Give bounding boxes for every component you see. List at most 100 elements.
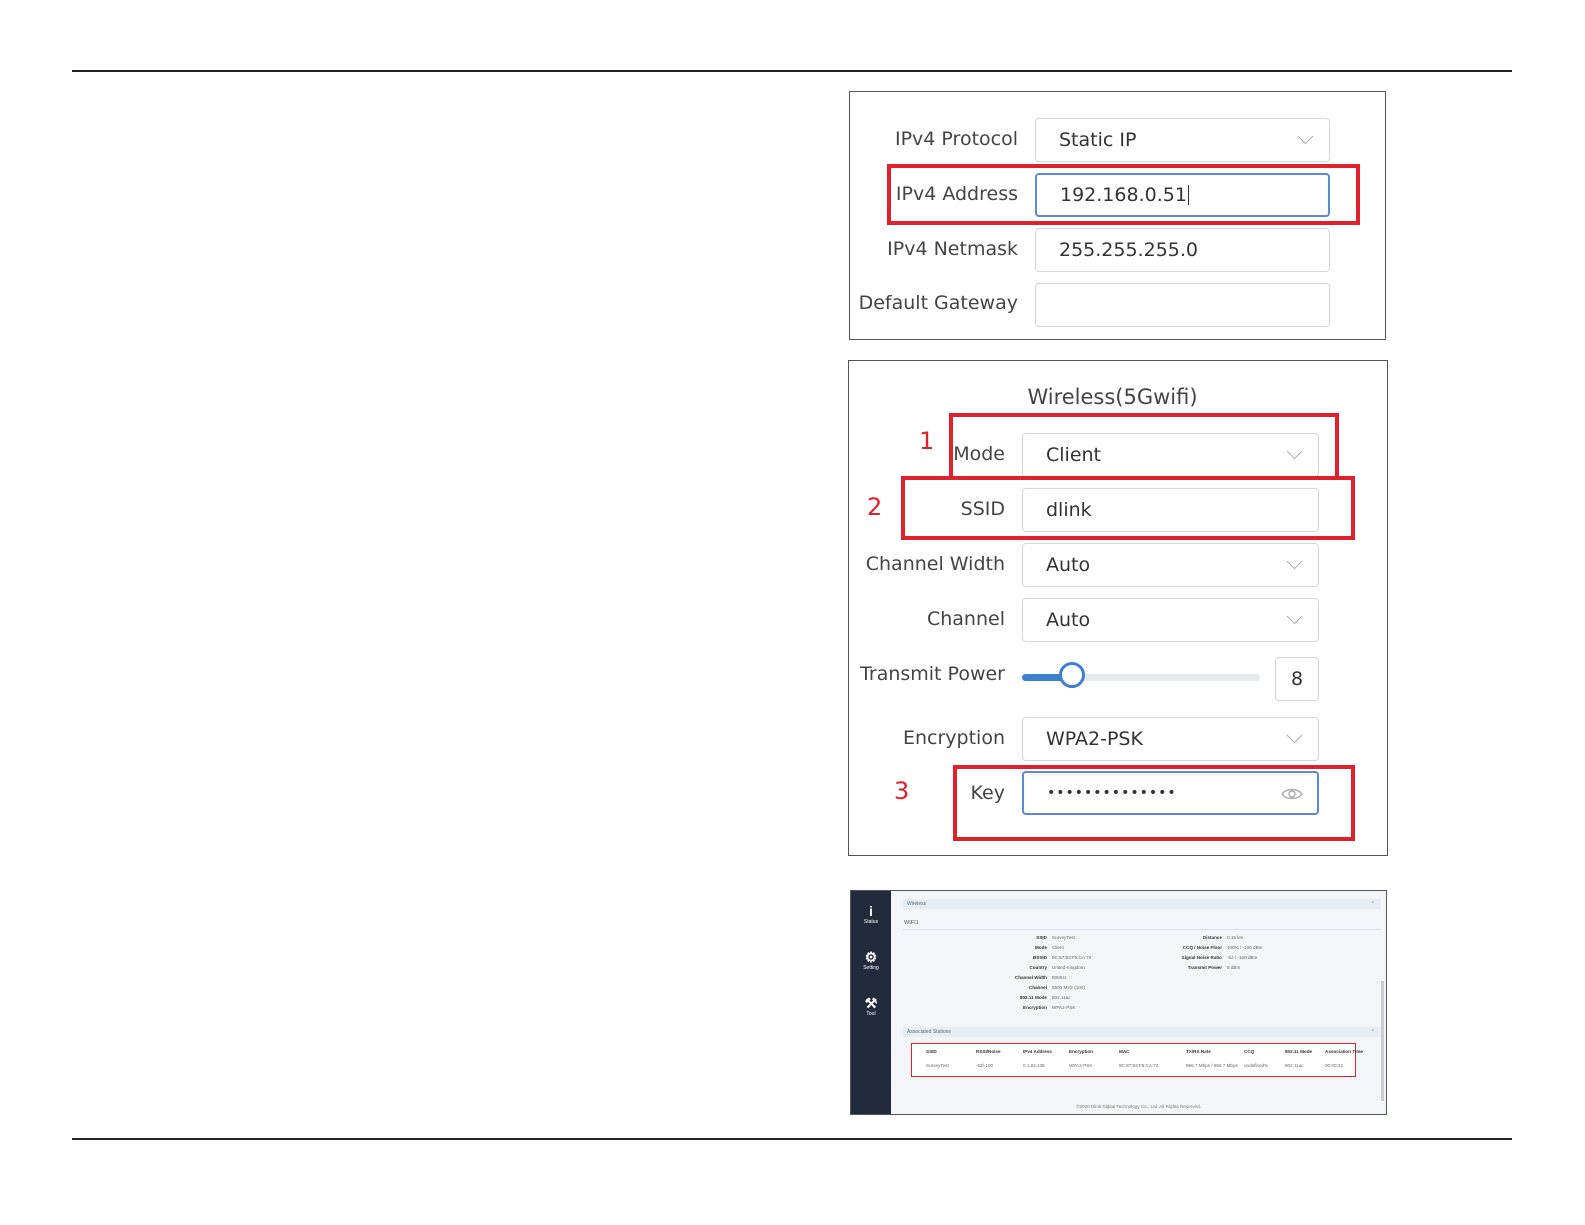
- chevron-down-icon: [1286, 727, 1303, 744]
- nav-status[interactable]: i Status: [851, 903, 891, 926]
- status-field-row: Country United Kingdom: [967, 965, 1085, 971]
- ipv4-protocol-value: Static IP: [1059, 129, 1137, 151]
- chevron-down-icon: [1286, 553, 1303, 570]
- status-field-row: 802.11 Mode 802.11ac: [967, 995, 1071, 1001]
- table-header-cell: Encryption: [1069, 1049, 1093, 1054]
- ipv4-protocol-label: IPv4 Protocol: [895, 128, 1018, 150]
- status-field-key: BSSID: [1032, 955, 1047, 960]
- tools-icon: ⚒: [864, 995, 878, 1011]
- status-sidebar: i Status ⚙ Setting ⚒ Tool: [851, 891, 891, 1114]
- wifi-divider: [903, 929, 1381, 930]
- table-header-cell: IPv4 Address: [1023, 1049, 1052, 1054]
- table-header-cell: MAC: [1119, 1049, 1130, 1054]
- table-row-cell: WPA2-PSK: [1069, 1063, 1093, 1068]
- table-header-cell: Association Time: [1325, 1049, 1363, 1054]
- channel-select[interactable]: Auto: [1022, 598, 1319, 642]
- chevron-down-icon: [1297, 128, 1314, 145]
- status-field-value: 5500 MHz (100): [1052, 985, 1085, 990]
- channel-value: Auto: [1046, 609, 1091, 631]
- nav-tool-label: Tool: [866, 1011, 876, 1017]
- ipv4-settings-panel: IPv4 Protocol Static IP IPv4 Address 192…: [849, 91, 1386, 340]
- channel-width-select[interactable]: Auto: [1022, 543, 1319, 587]
- table-header-cell: RSSI/Noise: [976, 1049, 1001, 1054]
- table-row-cell: 866.7 Mbps / 866.7 Mbps: [1186, 1063, 1238, 1068]
- table-row-cell: SurveyTest: [926, 1063, 949, 1068]
- chevron-up-icon: ⌃: [1370, 901, 1375, 907]
- status-field-key: Distance: [1202, 935, 1222, 940]
- status-field-key: Channel Width: [1014, 975, 1047, 980]
- status-field-value: United Kingdom: [1052, 965, 1085, 970]
- status-field-key: Encryption: [1023, 1005, 1047, 1010]
- status-field-value: SurveyTest: [1052, 935, 1075, 940]
- wireless-title: Wireless(5Gwifi): [1027, 385, 1198, 409]
- status-field-row: Distance 0.15 km: [1142, 935, 1244, 941]
- status-field-row: Encryption WPA2-PSK: [967, 1005, 1075, 1011]
- status-field-key: SSID: [1036, 935, 1047, 940]
- status-field-value: 0.15 km: [1227, 935, 1244, 940]
- footer-text: ©2020 Dlink Digital Technology Co., Ltd.…: [1076, 1104, 1201, 1109]
- ipv4-netmask-label: IPv4 Netmask: [887, 238, 1018, 260]
- status-field-key: Signal Noise Ratio: [1181, 955, 1222, 960]
- status-field-row: Signal Noise Ratio -52 / -100 dBm: [1142, 955, 1258, 961]
- status-field-value: Client: [1052, 945, 1064, 950]
- table-row-cell: -52/-100: [976, 1063, 994, 1068]
- status-field-key: Transmit Power: [1187, 965, 1222, 970]
- status-field-key: Mode: [1035, 945, 1047, 950]
- nav-setting[interactable]: ⚙ Setting: [851, 949, 891, 972]
- status-field-value: 100% / -100 dBm: [1227, 945, 1263, 950]
- encryption-label: Encryption: [902, 727, 1005, 749]
- table-header-cell: CCQ: [1244, 1049, 1255, 1054]
- ipv4-protocol-select[interactable]: Static IP: [1035, 118, 1330, 162]
- channel-width-label: Channel Width: [865, 553, 1005, 575]
- highlight-box-mode: [949, 413, 1339, 480]
- nav-status-label: Status: [863, 919, 879, 925]
- status-field-value: 80MHz: [1052, 975, 1067, 980]
- chevron-down-icon: [1286, 608, 1303, 625]
- status-field-row: Channel Width 80MHz: [967, 975, 1067, 981]
- status-field-row: BSSID 8C:87:93:F5:CA:72: [967, 955, 1091, 961]
- status-field-value: WPA2-PSK: [1052, 1005, 1076, 1010]
- status-field-value: 802.11ac: [1052, 995, 1071, 1000]
- status-field-key: Channel: [1028, 985, 1047, 990]
- status-field-key: 802.11 Mode: [1019, 995, 1047, 1000]
- gear-icon: ⚙: [864, 949, 878, 965]
- transmit-power-label: Transmit Power: [860, 663, 1005, 685]
- status-field-key: Country: [1029, 965, 1047, 970]
- stations-section-header[interactable]: Associated Stations ⌃: [903, 1027, 1381, 1037]
- status-field-value: 8 dBm: [1227, 965, 1241, 970]
- table-row-cell: 00:00:32: [1325, 1063, 1343, 1068]
- nav-tool[interactable]: ⚒ Tool: [851, 995, 891, 1018]
- channel-label: Channel: [926, 608, 1005, 630]
- status-field-row: Channel 5500 MHz (100): [967, 985, 1085, 991]
- encryption-select[interactable]: WPA2-PSK: [1022, 717, 1319, 761]
- scrollbar[interactable]: [1381, 981, 1384, 1101]
- wireless-settings-panel: Wireless(5Gwifi) 1 Mode Client 2 SSID dl…: [848, 360, 1388, 856]
- table-header-cell: TX/RX Rate: [1186, 1049, 1211, 1054]
- stations-table: SSID RSSI/Noise IPv4 Address Encryption MAC T…: [911, 1043, 1363, 1077]
- table-row-cell: 0.1.84.136: [1023, 1063, 1045, 1068]
- slider-handle[interactable]: [1058, 662, 1085, 688]
- bottom-rule: [72, 1138, 1512, 1140]
- transmit-power-value: 8: [1290, 668, 1304, 690]
- status-field-value: -52 / -100 dBm: [1227, 955, 1258, 960]
- highlight-box-ssid: [901, 476, 1355, 540]
- table-row-cell: undefined%: [1244, 1063, 1269, 1068]
- status-field-row: Transmit Power 8 dBm: [1142, 965, 1241, 971]
- wifi-name: WIFI1: [904, 920, 919, 926]
- nav-setting-label: Setting: [863, 965, 879, 971]
- transmit-power-slider[interactable]: [1022, 662, 1260, 688]
- transmit-power-value-box[interactable]: 8: [1275, 657, 1319, 701]
- ipv4-netmask-input[interactable]: 255.255.255.0: [1035, 228, 1330, 272]
- highlight-box-address: [887, 164, 1360, 225]
- table-row-cell: 802.11ac: [1285, 1063, 1304, 1068]
- status-field-key: CCQ / Noise Floor: [1182, 945, 1222, 950]
- chevron-up-icon: ⌃: [1370, 1029, 1375, 1035]
- status-field-value: 8C:87:93:F5:CA:72: [1052, 955, 1092, 960]
- status-field-row: SSID SurveyTest: [967, 935, 1075, 941]
- wireless-section-header[interactable]: Wireless ⌃: [903, 899, 1381, 909]
- wireless-header-text: Wireless: [907, 901, 927, 907]
- status-page-screenshot: i Status ⚙ Setting ⚒ Tool Wireless ⌃ WIF…: [850, 890, 1387, 1115]
- table-row-cell: 8C:87:93:F5:CA:72: [1119, 1063, 1159, 1068]
- default-gateway-input[interactable]: [1035, 283, 1330, 327]
- status-field-row: CCQ / Noise Floor 100% / -100 dBm: [1142, 945, 1263, 951]
